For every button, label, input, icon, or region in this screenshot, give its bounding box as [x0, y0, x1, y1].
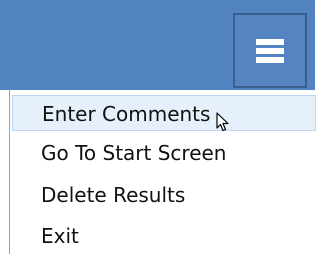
hamburger-menu-icon	[256, 38, 284, 63]
dropdown-menu: Enter Comments Go To Start Screen Delete…	[9, 90, 316, 254]
menu-item-exit[interactable]: Exit	[10, 218, 316, 254]
header-bar	[0, 0, 315, 90]
menu-item-go-to-start-screen[interactable]: Go To Start Screen	[10, 135, 316, 171]
menu-item-enter-comments[interactable]: Enter Comments	[12, 95, 316, 131]
menu-item-delete-results[interactable]: Delete Results	[10, 177, 316, 213]
menu-button[interactable]	[233, 13, 307, 88]
